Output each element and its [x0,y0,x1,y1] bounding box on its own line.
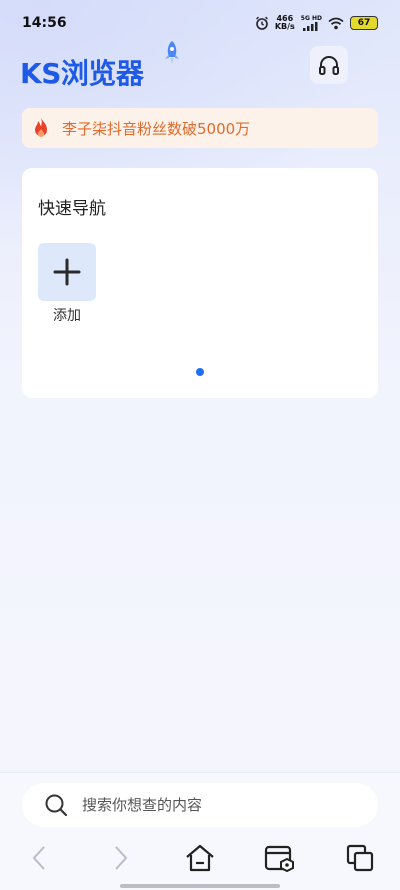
speed-unit: KB/s [274,22,295,31]
rocket-icon [165,41,179,64]
app-logo: KS浏览器 [20,57,144,90]
hot-news-banner[interactable]: 李子柒抖音粉丝数破5000万 [22,108,378,148]
navigation-bar [0,833,400,883]
home-indicator[interactable] [120,884,280,888]
tabs-button[interactable] [338,836,382,880]
forward-icon [115,846,128,870]
cards-button[interactable] [258,836,302,880]
fire-icon [35,118,47,137]
add-shortcut-button[interactable] [38,243,96,301]
signal-icon [303,21,318,31]
alarm-icon [255,16,268,30]
quick-nav-title: 快速导航 [38,199,106,219]
headphones-button[interactable] [310,46,348,84]
app-header: KS浏览器 [0,41,400,96]
back-button[interactable] [18,836,62,880]
wifi-icon [328,17,344,29]
bottom-bar [0,772,400,890]
back-icon [32,846,45,870]
hot-news-text: 李子柒抖音粉丝数破5000万 [62,119,251,138]
battery-icon: 67 [350,16,378,30]
network-speed: 466 KB/s [275,15,295,31]
page-indicator-dot [196,368,204,376]
forward-button[interactable] [98,836,142,880]
cards-icon [264,845,294,873]
status-bar: 14:56 466 KB/s 5G HD 67 [0,0,400,46]
plus-icon [53,258,81,286]
search-icon [45,794,68,817]
tabs-icon [346,844,374,872]
home-button[interactable] [178,836,222,880]
headphones-icon [319,56,339,75]
add-shortcut-label: 添加 [53,308,81,324]
network-type: 5G HD [301,15,322,31]
home-icon [186,844,214,872]
search-input[interactable] [80,795,344,815]
search-bar[interactable] [22,783,378,827]
battery-level: 67 [357,18,371,28]
quick-nav-card: 快速导航 添加 [22,168,378,398]
status-time: 14:56 [22,15,67,31]
status-icons: 466 KB/s 5G HD 67 [255,15,378,31]
